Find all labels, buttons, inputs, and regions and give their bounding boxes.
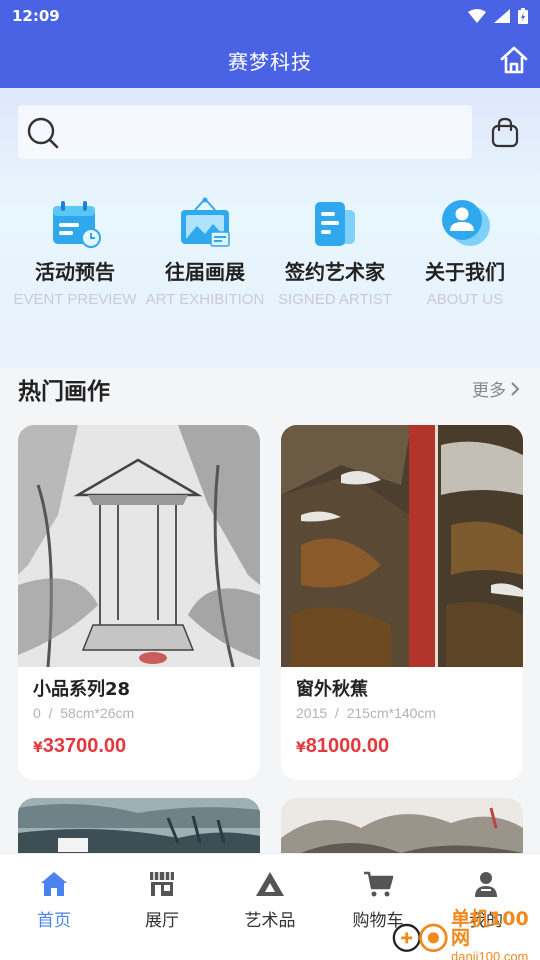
artwork-year: 0 — [33, 705, 41, 721]
artwork-meta: 2015 / 215cm*140cm — [296, 705, 437, 721]
watermark-logo — [392, 923, 448, 953]
chevron-right-icon — [511, 381, 520, 396]
section-title: 热门画作 — [18, 379, 110, 405]
tab-label: 艺术品 — [244, 911, 296, 931]
artwork-name: 小品系列28 — [33, 679, 131, 700]
menu-item-art-exhibition[interactable]: 往届画展 ART EXHIBITION — [140, 196, 270, 316]
search-input[interactable] — [18, 105, 472, 159]
document-icon — [315, 202, 355, 246]
artwork-year: 2015 — [296, 705, 328, 721]
menu-item-signed-artist[interactable]: 签约艺术家 SIGNED ARTIST — [270, 196, 400, 316]
person-icon — [475, 872, 497, 897]
menu-item-about-us[interactable]: 关于我们 ABOUT US — [400, 196, 530, 316]
artwork-price: ¥81000.00 — [296, 735, 389, 758]
search-icon[interactable] — [26, 116, 60, 150]
status-bar: 12:09 — [0, 0, 540, 32]
artwork-size: 58cm*26cm — [60, 705, 135, 721]
artwork-card[interactable]: 小品系列28 0 / 58cm*26cm ¥33700.00 — [18, 425, 260, 780]
battery-icon — [518, 8, 528, 24]
menu-sub-label: ART EXHIBITION — [145, 291, 265, 308]
triangle-icon — [256, 872, 284, 896]
watermark-name: 单机100网 — [451, 907, 529, 949]
calendar-icon — [53, 201, 101, 248]
cart-icon — [364, 871, 394, 897]
status-icons — [468, 8, 528, 24]
app-title: 赛梦科技 — [228, 49, 312, 74]
home-icon[interactable] — [498, 44, 530, 76]
price-amount: 81000.00 — [305, 735, 390, 757]
tab-home[interactable]: 首页 — [0, 854, 108, 960]
menu-sub-label: EVENT PREVIEW — [13, 291, 137, 308]
menu-label: 签约艺术家 — [285, 260, 385, 284]
shopping-bag-icon[interactable] — [489, 116, 521, 148]
category-menu: 活动预告 EVENT PREVIEW 往届画展 ART EXHIBITION 签… — [0, 196, 540, 316]
artwork-image[interactable] — [18, 425, 260, 667]
tab-hall[interactable]: 展厅 — [108, 854, 216, 960]
artwork-price: ¥33700.00 — [33, 735, 126, 758]
artwork-size: 215cm*140cm — [346, 705, 437, 721]
ink-painting-pavilion — [18, 425, 260, 667]
signal-icon — [494, 9, 510, 23]
menu-label: 关于我们 — [425, 260, 505, 284]
menu-label: 活动预告 — [35, 260, 115, 284]
currency-symbol: ¥ — [296, 740, 306, 756]
exhibition-icon — [181, 197, 230, 247]
menu-label: 往届画展 — [165, 260, 245, 284]
menu-sub-label: SIGNED ARTIST — [278, 291, 392, 308]
section-header: 热门画作 更多 — [0, 368, 540, 408]
menu-item-event-preview[interactable]: 活动预告 EVENT PREVIEW — [10, 196, 140, 316]
status-time: 12:09 — [12, 7, 60, 25]
user-circle-icon — [442, 200, 490, 246]
artwork-card[interactable]: 窗外秋蕉 2015 / 215cm*140cm ¥81000.00 — [281, 425, 523, 780]
app-bar: 赛梦科技 — [0, 32, 540, 88]
tab-artworks[interactable]: 艺术品 — [216, 854, 324, 960]
watermark: 单机100网 danji100.com — [392, 909, 540, 960]
price-amount: 33700.00 — [42, 735, 127, 757]
artwork-name: 窗外秋蕉 — [296, 679, 368, 700]
tab-label: 首页 — [37, 911, 71, 931]
home-icon — [41, 872, 67, 896]
more-label: 更多 — [472, 381, 506, 401]
tab-label: 展厅 — [145, 911, 179, 931]
wifi-icon — [468, 9, 486, 23]
menu-sub-label: ABOUT US — [426, 291, 504, 308]
artwork-meta: 0 / 58cm*26cm — [33, 705, 135, 721]
autumn-landscape-painting — [281, 425, 523, 667]
store-icon — [150, 872, 174, 896]
artwork-image[interactable] — [281, 425, 523, 667]
more-link[interactable]: 更多 — [472, 376, 520, 401]
currency-symbol: ¥ — [33, 740, 43, 756]
watermark-url: danji100.com — [451, 948, 529, 960]
